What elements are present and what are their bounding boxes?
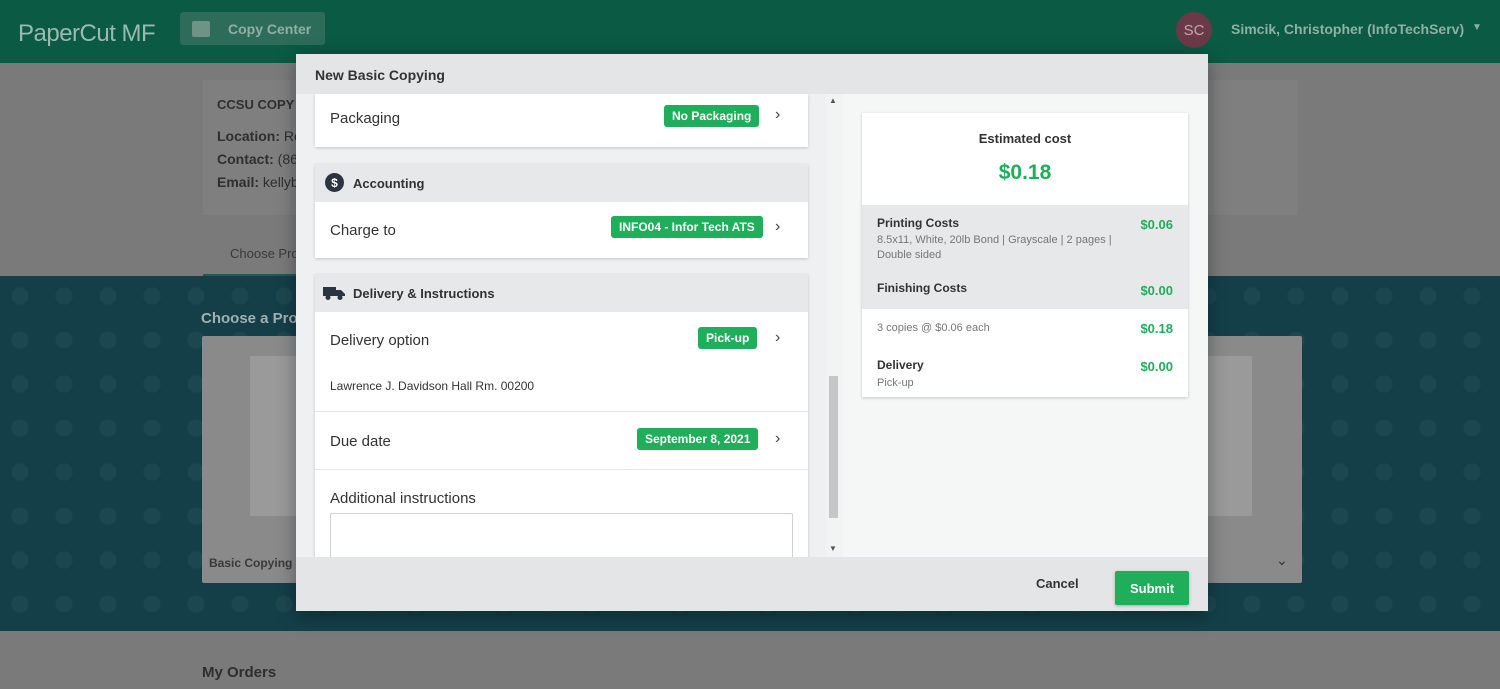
copy-center-icon bbox=[192, 20, 210, 37]
finishing-costs-title: Finishing Costs bbox=[877, 281, 967, 295]
additional-instructions-input[interactable] bbox=[330, 513, 793, 557]
dialog-header: New Basic Copying bbox=[296, 54, 1208, 94]
accounting-title: Accounting bbox=[353, 176, 425, 191]
caret-down-icon[interactable]: ▼ bbox=[1472, 22, 1482, 33]
divider bbox=[315, 411, 808, 412]
new-basic-copying-dialog: New Basic Copying Packaging No Packaging… bbox=[296, 54, 1208, 611]
cost-card: Estimated cost $0.18 Printing Costs $0.0… bbox=[862, 113, 1188, 397]
divider bbox=[315, 469, 808, 470]
due-date-badge: September 8, 2021 bbox=[637, 428, 759, 450]
contact-line: Contact: (86 bbox=[217, 151, 298, 167]
charge-to-label: Charge to bbox=[330, 222, 396, 239]
delivery-cost-detail: Pick-up bbox=[877, 377, 914, 389]
choose-product-heading: Choose a Pro bbox=[201, 310, 298, 327]
packaging-row[interactable]: Packaging No Packaging › bbox=[315, 94, 808, 147]
avatar[interactable]: SC bbox=[1176, 12, 1212, 48]
delivery-card: Delivery & Instructions Delivery option … bbox=[315, 274, 808, 557]
copy-center-label: Copy Center bbox=[228, 20, 312, 37]
finishing-costs-amount: $0.00 bbox=[1140, 283, 1173, 298]
submit-button[interactable]: Submit bbox=[1115, 571, 1189, 605]
delivery-cost-amount: $0.00 bbox=[1140, 359, 1173, 374]
packaging-badge: No Packaging bbox=[664, 105, 760, 127]
truck-icon bbox=[323, 287, 345, 300]
copy-center-button[interactable]: Copy Center bbox=[180, 12, 325, 45]
dialog-title: New Basic Copying bbox=[315, 67, 445, 83]
scrollbar[interactable]: ▲ ▼ bbox=[826, 94, 843, 557]
email-line: Email: kellyb bbox=[217, 174, 299, 190]
estimated-cost-value: $0.18 bbox=[998, 161, 1052, 184]
product-label: Basic Copying bbox=[209, 556, 293, 570]
due-date-label: Due date bbox=[330, 433, 391, 450]
chevron-right-icon[interactable]: › bbox=[775, 218, 780, 236]
order-options-pane[interactable]: Packaging No Packaging › $ Accounting Ch… bbox=[296, 94, 843, 557]
copies-amount: $0.18 bbox=[1140, 321, 1173, 336]
packaging-label: Packaging bbox=[330, 110, 401, 127]
product-card-other[interactable] bbox=[1200, 336, 1302, 583]
scroll-down-icon[interactable]: ▼ bbox=[829, 544, 837, 553]
printing-costs-detail: 8.5x11, White, 20lb Bond | Grayscale | 2… bbox=[877, 234, 1112, 261]
cancel-button[interactable]: Cancel bbox=[1036, 576, 1079, 591]
delivery-cost-title: Delivery bbox=[877, 358, 924, 372]
copies-text: 3 copies @ $0.06 each bbox=[877, 322, 990, 334]
printing-costs-title: Printing Costs bbox=[877, 216, 960, 230]
dollar-icon: $ bbox=[325, 173, 344, 192]
chevron-right-icon[interactable]: › bbox=[775, 106, 780, 124]
accounting-header: $ Accounting bbox=[315, 164, 808, 202]
scroll-up-icon[interactable]: ▲ bbox=[829, 96, 837, 105]
dialog-footer: Cancel Submit bbox=[296, 557, 1208, 611]
cost-breakdown: Printing Costs $0.06 8.5x11, White, 20lb… bbox=[862, 205, 1188, 309]
printing-costs-amount: $0.06 bbox=[1140, 217, 1173, 232]
chevron-right-icon[interactable]: › bbox=[775, 430, 780, 448]
additional-instructions-label: Additional instructions bbox=[330, 490, 476, 507]
info-title: CCSU COPY C bbox=[217, 97, 308, 112]
location-line: Location: Ro bbox=[217, 128, 302, 144]
delivery-location: Lawrence J. Davidson Hall Rm. 00200 bbox=[330, 379, 535, 393]
cost-summary-pane: Estimated cost $0.18 Printing Costs $0.0… bbox=[843, 94, 1208, 557]
delivery-option-badge: Pick-up bbox=[698, 327, 758, 349]
charge-to-badge: INFO04 - Infor Tech ATS bbox=[611, 216, 763, 238]
scroll-thumb[interactable] bbox=[829, 376, 838, 518]
papercut-logo: PaperCut MF bbox=[18, 20, 156, 47]
user-name[interactable]: Simcik, Christopher (InfoTechServ) bbox=[1231, 21, 1464, 37]
delivery-option-label: Delivery option bbox=[330, 332, 430, 349]
chevron-right-icon[interactable]: › bbox=[775, 329, 780, 347]
accounting-card: $ Accounting Charge to INFO04 - Infor Te… bbox=[315, 164, 808, 258]
delivery-header: Delivery & Instructions bbox=[315, 274, 808, 312]
delivery-title: Delivery & Instructions bbox=[353, 286, 495, 301]
tab-choose-product[interactable]: Choose Pro bbox=[230, 246, 299, 261]
chevron-down-icon[interactable]: ⌄ bbox=[1276, 552, 1288, 569]
estimated-cost-label: Estimated cost bbox=[978, 131, 1072, 146]
my-orders-heading: My Orders bbox=[202, 664, 277, 681]
